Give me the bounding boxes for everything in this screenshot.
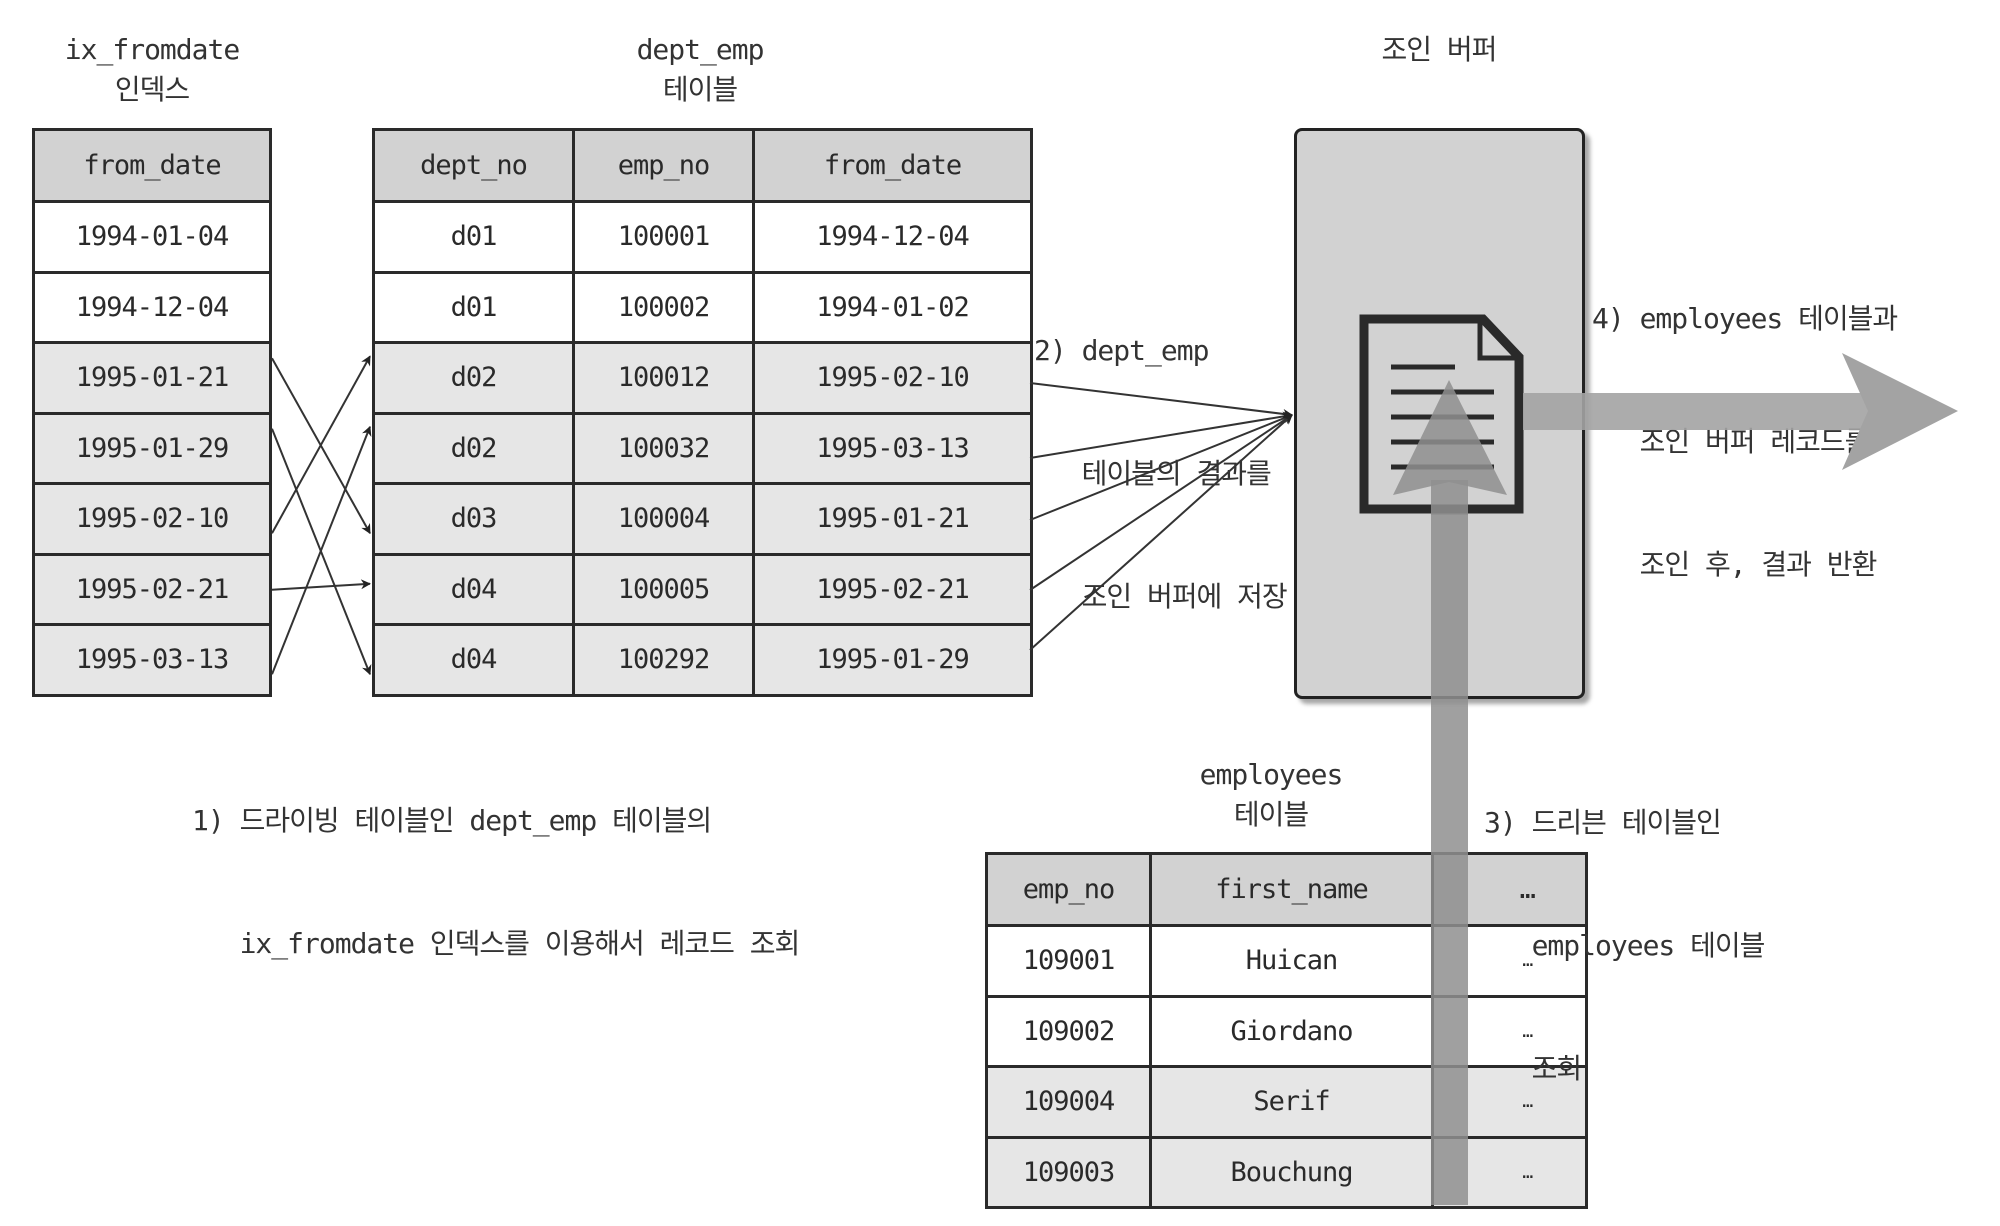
result-arrow-icon <box>1523 353 1958 470</box>
store-to-buffer-arrow <box>1029 382 1293 419</box>
store-to-buffer-arrow <box>1029 414 1293 591</box>
index-to-table-arrows <box>271 355 372 676</box>
index-lookup-arrow <box>271 579 371 591</box>
table-to-buffer-arrows <box>1029 382 1293 651</box>
document-icon <box>1359 314 1524 515</box>
store-to-buffer-arrow <box>1029 414 1293 651</box>
store-to-buffer-arrow <box>1029 413 1293 521</box>
flow-overlay <box>271 314 1958 1205</box>
driven-table-flow-bar <box>1431 395 1468 1205</box>
